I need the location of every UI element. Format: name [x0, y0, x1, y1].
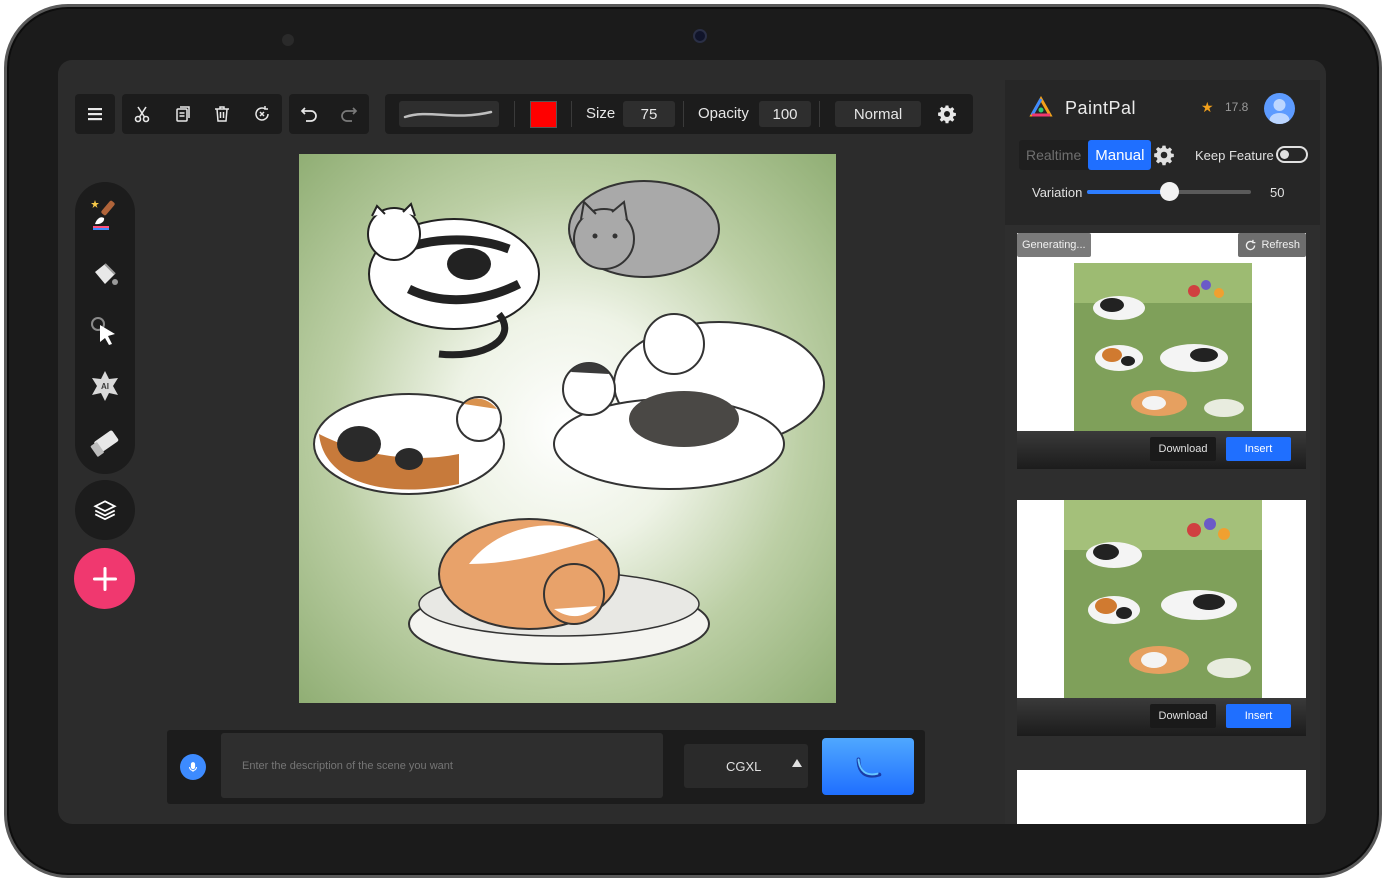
delete-button[interactable] — [202, 94, 242, 134]
divider — [683, 101, 684, 127]
ai-tool[interactable]: AI — [87, 368, 123, 404]
drawing-canvas[interactable] — [299, 154, 836, 703]
light-sensor — [282, 34, 294, 46]
microphone-icon — [188, 762, 198, 772]
divider — [819, 101, 820, 127]
generated-painting-image — [1064, 500, 1262, 698]
result-image[interactable] — [1074, 263, 1252, 431]
eraser-tool[interactable] — [87, 424, 123, 460]
chevron-up-icon — [792, 759, 802, 767]
select-tool[interactable] — [87, 314, 123, 350]
clear-button[interactable] — [242, 94, 282, 134]
divider — [514, 101, 515, 127]
keep-feature-label: Keep Feature — [1195, 148, 1274, 163]
result-actions: Download Insert — [1017, 431, 1306, 469]
layers-icon — [93, 500, 117, 521]
keep-feature-toggle[interactable] — [1276, 146, 1308, 163]
clear-icon — [255, 106, 269, 121]
undo-button[interactable] — [289, 94, 329, 134]
result-actions: Download Insert — [1017, 698, 1306, 736]
slider-fill — [1087, 190, 1169, 194]
brush-icon — [91, 200, 115, 230]
app-screen: Size 75 Opacity 100 Normal AI Enter the … — [58, 60, 1326, 824]
download-button[interactable]: Download — [1150, 704, 1216, 728]
paintpal-logo-icon — [1029, 96, 1053, 117]
download-button[interactable]: Download — [1150, 437, 1216, 461]
result-image[interactable] — [1064, 500, 1262, 698]
toggle-knob — [1280, 150, 1289, 159]
generated-painting-image — [1074, 263, 1252, 431]
brush-tool[interactable] — [87, 196, 123, 232]
ai-icon: AI — [92, 371, 118, 401]
brush-properties: Size 75 Opacity 100 Normal — [385, 94, 973, 134]
tab-manual[interactable]: Manual — [1088, 140, 1152, 170]
prompt-bar: CGXL — [167, 730, 925, 804]
refresh-label: Refresh — [1261, 239, 1300, 251]
model-select[interactable]: CGXL — [684, 744, 808, 788]
user-avatar-icon — [1269, 99, 1290, 124]
result-card: Generating... Refresh Download Insert — [1017, 233, 1306, 469]
variation-slider[interactable] — [1087, 182, 1251, 201]
app-name: PaintPal — [1065, 98, 1137, 118]
paint-bucket-icon — [95, 263, 118, 285]
slider-handle[interactable] — [1160, 182, 1179, 201]
menu-button[interactable] — [75, 94, 115, 134]
opacity-input[interactable]: 100 — [759, 101, 811, 127]
tab-realtime[interactable]: Realtime — [1019, 140, 1088, 170]
generate-button[interactable] — [822, 738, 914, 795]
front-camera — [693, 29, 707, 43]
result-card: Download Insert — [1017, 500, 1306, 736]
add-button[interactable] — [74, 548, 135, 609]
tool-rail: AI — [75, 182, 135, 474]
generating-status: Generating... — [1017, 233, 1091, 257]
panel-header: PaintPal ★ 17.8 Realtime Manual Keep Fea… — [1005, 80, 1320, 225]
model-select-label: CGXL — [726, 758, 762, 774]
scissors-icon — [134, 106, 150, 123]
copy-icon — [176, 106, 190, 122]
hamburger-icon — [88, 108, 102, 121]
brush-stroke-preview[interactable] — [399, 101, 499, 127]
generate-swoosh-icon — [856, 757, 882, 778]
gear-icon — [938, 105, 956, 124]
ai-side-panel: PaintPal ★ 17.8 Realtime Manual Keep Fea… — [1005, 80, 1320, 824]
gear-icon[interactable] — [1153, 144, 1175, 166]
result-card — [1017, 770, 1306, 824]
insert-button[interactable]: Insert — [1226, 437, 1291, 461]
redo-icon — [341, 107, 358, 122]
brush-settings-button[interactable] — [927, 94, 967, 134]
size-label: Size — [586, 105, 616, 122]
refresh-button[interactable]: Refresh — [1238, 233, 1306, 257]
cut-button[interactable] — [122, 94, 162, 134]
undo-icon — [300, 107, 317, 122]
menu-group — [75, 94, 115, 134]
cats-artwork — [313, 180, 825, 665]
variation-value: 50 — [1270, 185, 1285, 200]
layers-button[interactable] — [75, 480, 135, 540]
eraser-icon — [90, 430, 119, 457]
refresh-icon — [1246, 239, 1256, 250]
scene-description-input[interactable] — [221, 733, 663, 798]
stroke-preview-icon — [403, 110, 493, 119]
history-group — [289, 94, 369, 134]
star-icon: ★ — [1201, 99, 1214, 115]
edit-group — [122, 94, 282, 134]
trash-icon — [215, 106, 229, 122]
insert-button[interactable]: Insert — [1226, 704, 1291, 728]
size-input[interactable]: 75 — [623, 101, 675, 127]
color-swatch[interactable] — [530, 101, 557, 128]
mode-tabs: Realtime Manual — [1019, 140, 1152, 170]
avatar[interactable] — [1264, 93, 1295, 124]
copy-button[interactable] — [162, 94, 202, 134]
plus-icon — [92, 566, 117, 591]
svg-text:AI: AI — [101, 382, 109, 391]
score-value: 17.8 — [1225, 100, 1249, 114]
redo-button[interactable] — [329, 94, 369, 134]
fill-tool[interactable] — [87, 258, 123, 294]
variation-label: Variation — [1032, 185, 1083, 200]
blend-mode-select[interactable]: Normal — [835, 101, 921, 127]
divider — [571, 101, 572, 127]
opacity-label: Opacity — [698, 105, 749, 122]
microphone-button[interactable] — [180, 754, 206, 780]
select-pointer-icon — [91, 317, 115, 345]
